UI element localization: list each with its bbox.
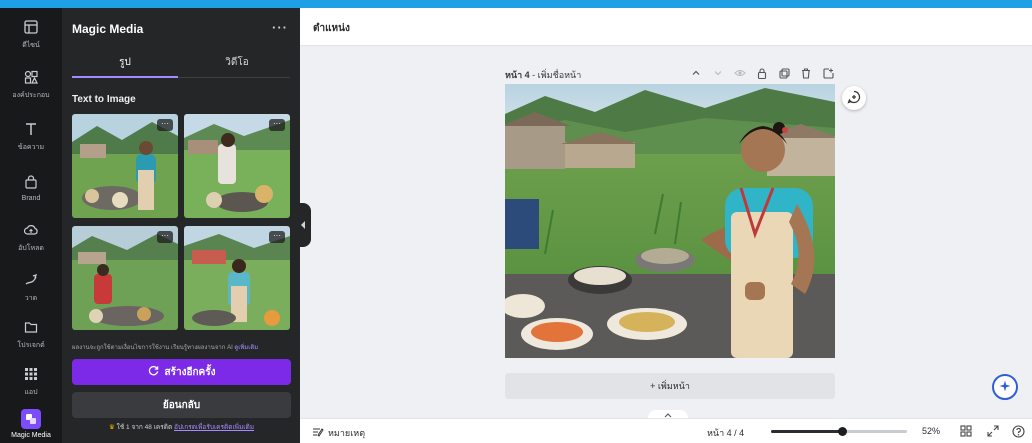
- generated-image-thumbnail[interactable]: ···: [72, 226, 178, 330]
- magic-media-icon: [21, 409, 41, 429]
- draw-icon: [21, 270, 41, 290]
- folder-icon: [21, 317, 41, 337]
- rail-item-apps[interactable]: แอป: [0, 357, 62, 405]
- crown-icon: ♛: [109, 424, 115, 431]
- page-title[interactable]: หน้า 4 - เพิ่มชื่อหน้า: [505, 68, 581, 82]
- page-name: - เพิ่มชื่อหน้า: [529, 70, 582, 80]
- chevron-down-icon[interactable]: [711, 66, 725, 80]
- magic-media-panel: Magic Media ··· รูป วิดีโอ Text to Image…: [62, 8, 300, 443]
- upgrade-link[interactable]: อัปเกรดเพื่อรับเครดิตเพิ่มเติม: [174, 424, 254, 431]
- eye-icon[interactable]: [733, 66, 747, 80]
- back-button[interactable]: ย้อนกลับ: [72, 392, 291, 418]
- rail-item-label: โปรเจกต์: [17, 342, 45, 349]
- text-icon: [21, 119, 41, 139]
- thumbnail-more-button[interactable]: ···: [269, 119, 285, 131]
- rail-item-upload[interactable]: อัปโหลด: [0, 213, 62, 261]
- usage-count: ใช้ 1 จาก 48 เครดิต: [116, 424, 173, 431]
- panel-title: Magic Media: [72, 22, 144, 36]
- side-rail: ดีไซน์ องค์ประกอบ ข้อความ Brand อัปโหลด …: [0, 8, 62, 443]
- fullscreen-icon[interactable]: [985, 423, 1001, 439]
- rail-item-magic-media[interactable]: Magic Media: [0, 404, 62, 443]
- page-header: หน้า 4 - เพิ่มชื่อหน้า: [505, 66, 835, 82]
- upload-icon: [21, 220, 41, 240]
- tab-images[interactable]: รูป: [72, 52, 178, 78]
- section-heading: Text to Image: [72, 94, 136, 105]
- rail-item-draw[interactable]: วาด: [0, 263, 62, 311]
- cooking-woman-image: [505, 84, 835, 358]
- disclaimer-body: ผลงานจะถูกใช้ตามเงื่อนไขการใช้งาน เรียนร…: [72, 345, 233, 351]
- thumbnail-more-button[interactable]: ···: [157, 231, 173, 243]
- zoom-slider[interactable]: [771, 427, 907, 436]
- rail-item-design[interactable]: ดีไซน์: [0, 10, 62, 58]
- comment-plus-icon: [847, 90, 861, 107]
- page-number: หน้า 4: [505, 70, 530, 80]
- zoom-slider-knob[interactable]: [837, 427, 847, 436]
- notes-label: หมายเหตุ: [328, 428, 366, 438]
- notes-button[interactable]: หมายเหตุ: [312, 426, 365, 440]
- add-comment-button[interactable]: [842, 86, 866, 110]
- rail-item-label: Brand: [21, 195, 41, 202]
- collapse-panel-handle[interactable]: [298, 203, 311, 247]
- media-tabs: รูป วิดีโอ: [72, 52, 290, 78]
- trash-icon[interactable]: [799, 66, 813, 80]
- context-toolbar: ตำแหน่ง: [300, 8, 1032, 46]
- bottom-bar: หมายเหตุ หน้า 4 / 4 52%: [300, 418, 1032, 443]
- rail-item-projects[interactable]: โปรเจกต์: [0, 310, 62, 358]
- generate-again-label: สร้างอีกครั้ง: [164, 366, 216, 378]
- elements-icon: [21, 67, 41, 87]
- rail-item-elements[interactable]: องค์ประกอบ: [0, 60, 62, 108]
- zoom-level[interactable]: 52%: [922, 426, 940, 436]
- sparkle-icon: [999, 380, 1011, 395]
- usage-text: ♛ ใช้ 1 จาก 48 เครดิต อัปเกรดเพื่อรับเคร…: [72, 422, 291, 432]
- generate-again-button[interactable]: สร้างอีกครั้ง: [72, 359, 291, 385]
- disclaimer-link[interactable]: ดูเพิ่มเติม: [234, 345, 258, 351]
- grid-view-icon[interactable]: [958, 423, 974, 439]
- duplicate-icon[interactable]: [777, 66, 791, 80]
- more-options-button[interactable]: ···: [272, 20, 288, 35]
- rail-item-label: Magic Media: [11, 432, 51, 439]
- add-page-button[interactable]: + เพิ่มหน้า: [505, 373, 835, 399]
- lock-icon[interactable]: [755, 66, 769, 80]
- page-tools: [689, 66, 835, 80]
- add-page-icon[interactable]: [821, 66, 835, 80]
- generated-image-thumbnail[interactable]: ···: [184, 226, 290, 330]
- rail-item-label: แอป: [24, 389, 38, 396]
- editor-window: ดีไซน์ องค์ประกอบ ข้อความ Brand อัปโหลด …: [0, 8, 1032, 443]
- magic-assistant-button[interactable]: [992, 374, 1018, 400]
- apps-icon: [21, 364, 41, 384]
- help-icon[interactable]: [1010, 423, 1026, 439]
- page-counter[interactable]: หน้า 4 / 4: [707, 426, 744, 440]
- thumbnail-more-button[interactable]: ···: [157, 119, 173, 131]
- rail-item-text[interactable]: ข้อความ: [0, 112, 62, 160]
- zoom-slider-fill: [771, 430, 842, 433]
- generated-image-thumbnail[interactable]: ···: [184, 114, 290, 218]
- rail-item-label: วาด: [24, 295, 38, 302]
- rail-item-label: อัปโหลด: [18, 245, 44, 252]
- thumbnail-more-button[interactable]: ···: [269, 231, 285, 243]
- rail-item-label: ดีไซน์: [22, 42, 40, 49]
- position-button[interactable]: ตำแหน่ง: [313, 21, 350, 36]
- generated-image-thumbnail[interactable]: ···: [72, 114, 178, 218]
- rail-item-brand[interactable]: Brand: [0, 163, 62, 211]
- layout-icon: [21, 17, 41, 37]
- disclaimer-text: ผลงานจะถูกใช้ตามเงื่อนไขการใช้งาน เรียนร…: [72, 342, 290, 352]
- tab-videos[interactable]: วิดีโอ: [184, 52, 290, 78]
- brand-icon: [21, 172, 41, 192]
- rail-item-label: ข้อความ: [17, 144, 45, 151]
- refresh-icon: [148, 365, 159, 379]
- notes-icon: [312, 427, 324, 439]
- chevron-up-icon[interactable]: [689, 66, 703, 80]
- page-canvas-image[interactable]: [505, 84, 835, 358]
- rail-item-label: องค์ประกอบ: [12, 92, 50, 99]
